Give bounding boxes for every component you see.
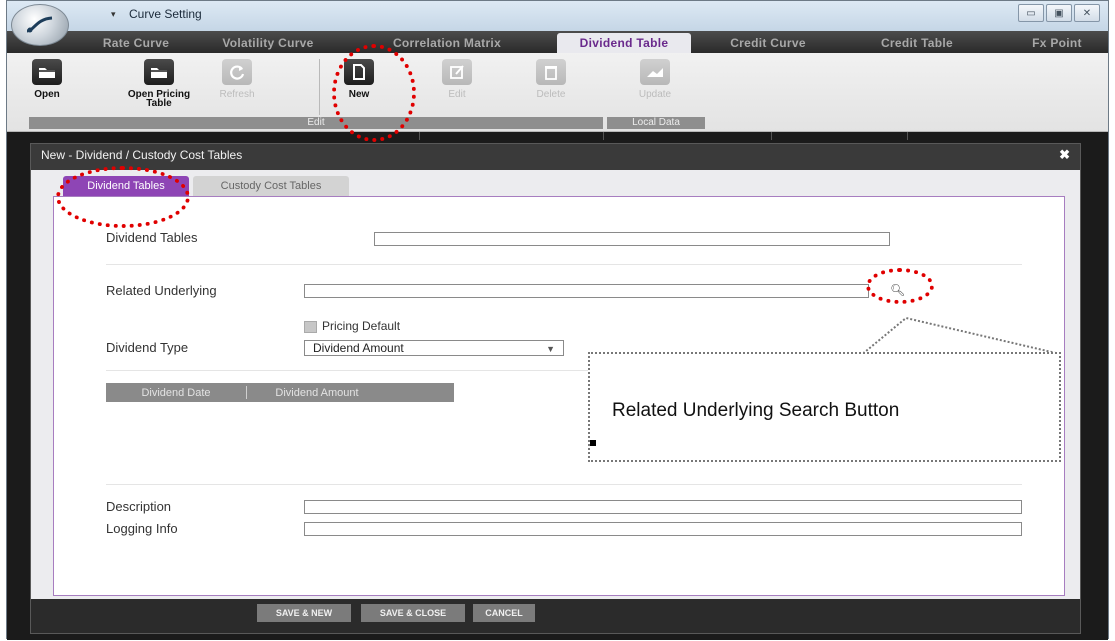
open-label: Open	[34, 89, 60, 100]
tab-credit-table[interactable]: Credit Table	[867, 33, 967, 53]
search-button-highlight	[866, 268, 934, 304]
edit-group-label: Edit	[29, 117, 603, 129]
curve-logo-icon	[26, 16, 53, 33]
divider	[106, 484, 1022, 485]
column-header-dividend-date[interactable]: Dividend Date	[106, 383, 246, 402]
pricing-default-checkbox[interactable]	[304, 321, 317, 333]
folder-icon	[144, 59, 174, 85]
pricing-default-label: Pricing Default	[322, 319, 401, 333]
local-data-group-label: Local Data	[607, 117, 705, 129]
main-tab-bar: Rate Curve Volatility Curve Correlation …	[7, 31, 1108, 53]
column-divider	[603, 132, 604, 140]
description-input[interactable]	[304, 500, 1022, 514]
tab-rate-curve[interactable]: Rate Curve	[81, 33, 191, 53]
column-divider	[771, 132, 772, 140]
delete-icon	[536, 59, 566, 85]
quick-access-dropdown-icon[interactable]: ▾	[111, 9, 116, 20]
dialog-close-icon[interactable]: ✖	[1059, 144, 1070, 166]
related-underlying-input[interactable]	[304, 284, 869, 298]
dividend-tables-tab-highlight	[56, 166, 190, 228]
open-button[interactable]: Open	[11, 59, 83, 115]
delete-label: Delete	[536, 89, 566, 100]
refresh-button[interactable]: Refresh	[201, 59, 273, 115]
ribbon-toolbar: Open Open Pricing Table Refresh New Edit…	[7, 53, 1108, 132]
delete-button[interactable]: Delete	[515, 59, 587, 115]
edit-button[interactable]: Edit	[421, 59, 493, 115]
divider	[106, 264, 1022, 265]
open-pricing-table-button[interactable]: Open Pricing Table	[119, 59, 199, 115]
edit-icon	[442, 59, 472, 85]
dividend-type-label: Dividend Type	[106, 340, 189, 355]
folder-icon	[32, 59, 62, 85]
logging-info-label: Logging Info	[106, 521, 178, 536]
dialog-footer: SAVE & NEW SAVE & CLOSE CANCEL	[31, 599, 1080, 633]
dialog-title: New - Dividend / Custody Cost Tables	[41, 148, 243, 162]
description-label: Description	[106, 499, 172, 514]
tab-dividend-table[interactable]: Dividend Table	[557, 33, 691, 53]
logging-info-input[interactable]	[304, 522, 1022, 536]
dividend-type-value: Dividend Amount	[313, 341, 404, 355]
window-controls: ▭ ▣ ✕	[1016, 4, 1100, 22]
refresh-label: Refresh	[219, 89, 255, 100]
window-title: Curve Setting	[129, 7, 202, 21]
dialog-header: New - Dividend / Custody Cost Tables ✖	[31, 144, 1080, 170]
tab-credit-curve[interactable]: Credit Curve	[713, 33, 823, 53]
ribbon-separator	[319, 59, 320, 115]
app-menu-orb[interactable]	[11, 4, 69, 46]
minimize-button[interactable]: ▭	[1018, 4, 1044, 22]
column-header-dividend-amount[interactable]: Dividend Amount	[247, 383, 387, 402]
new-button-highlight	[332, 44, 416, 142]
update-button[interactable]: Update	[619, 59, 691, 115]
tab-volatility-curve[interactable]: Volatility Curve	[203, 33, 333, 53]
chevron-down-icon: ▼	[546, 344, 555, 354]
tab-custody-cost-tables[interactable]: Custody Cost Tables	[193, 176, 349, 196]
callout-text: Related Underlying Search Button	[612, 400, 900, 421]
open-pricing-table-label: Open Pricing Table	[127, 89, 191, 109]
refresh-icon	[222, 59, 252, 85]
dividend-table-header: Dividend Date Dividend Amount	[106, 383, 454, 402]
title-bar: ▾ Curve Setting ▭ ▣ ✕	[7, 1, 1108, 46]
update-icon	[640, 59, 670, 85]
callout-marker	[590, 440, 596, 446]
save-and-close-button[interactable]: SAVE & CLOSE	[361, 604, 465, 622]
close-button[interactable]: ✕	[1074, 4, 1100, 22]
update-label: Update	[638, 89, 672, 100]
column-divider	[419, 132, 420, 140]
dividend-tables-input[interactable]	[374, 232, 890, 246]
tab-fx-point[interactable]: Fx Point	[1007, 33, 1107, 53]
callout-box: Related Underlying Search Button	[588, 352, 1061, 462]
maximize-button[interactable]: ▣	[1046, 4, 1072, 22]
edit-label: Edit	[448, 89, 466, 100]
column-divider	[907, 132, 908, 140]
dividend-tables-label: Dividend Tables	[106, 230, 198, 245]
dividend-type-select[interactable]: Dividend Amount ▼	[304, 340, 564, 356]
save-and-new-button[interactable]: SAVE & NEW	[257, 604, 351, 622]
related-underlying-label: Related Underlying	[106, 283, 217, 298]
cancel-button[interactable]: CANCEL	[473, 604, 535, 622]
